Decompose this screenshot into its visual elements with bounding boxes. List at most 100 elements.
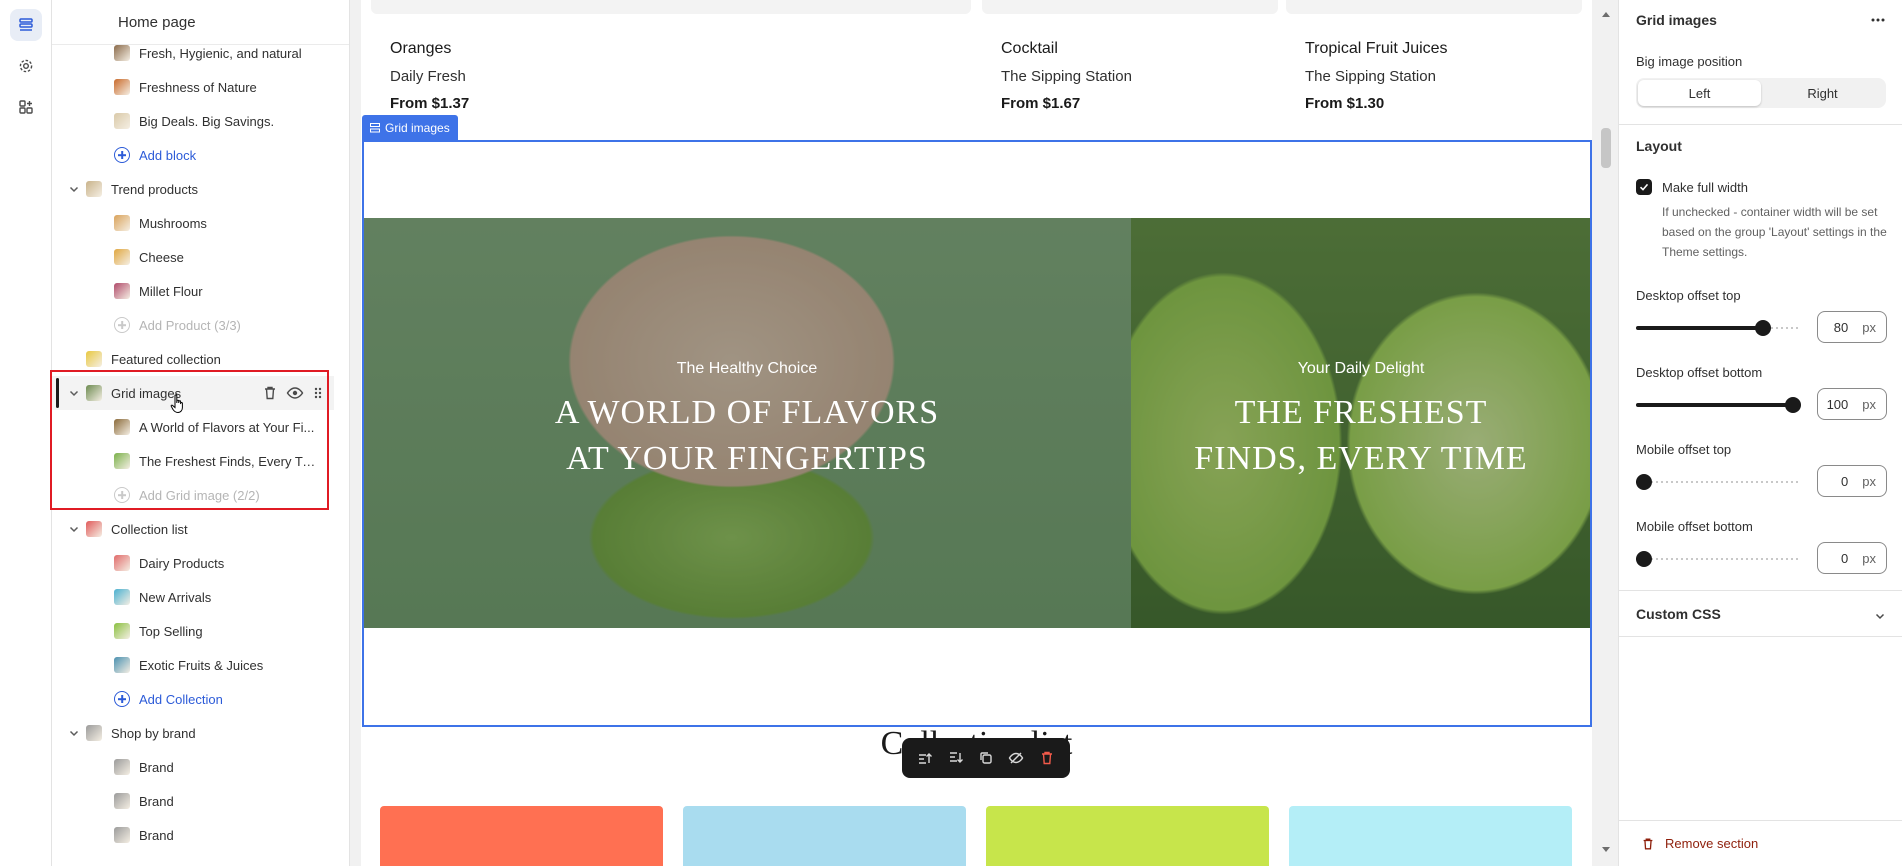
mobile-offset-top-input[interactable]: 0 px — [1817, 465, 1887, 497]
apps-nav-button[interactable] — [10, 91, 42, 123]
mobile-offset-bottom-label: Mobile offset bottom — [1636, 519, 1753, 534]
tree-row-label: Mushrooms — [139, 215, 207, 231]
chevron-down-icon[interactable] — [68, 183, 80, 195]
canvas-scrollbar[interactable] — [1595, 0, 1617, 866]
left-rail — [0, 0, 52, 866]
slider-thumb[interactable] — [1785, 397, 1801, 413]
tree-section-row[interactable]: Collection list — [52, 512, 334, 546]
product-card-image[interactable] — [1286, 0, 1582, 14]
custom-css-toggle[interactable]: Custom CSS — [1636, 606, 1721, 622]
input-value[interactable]: 80 — [1834, 320, 1848, 335]
mobile-offset-bottom-input[interactable]: 0 px — [1817, 542, 1887, 574]
chevron-down-icon[interactable] — [68, 387, 80, 399]
tree-block-row[interactable]: A World of Flavors at Your Fi... — [52, 410, 334, 444]
block-thumbnail-icon — [114, 555, 130, 571]
product-vendor: The Sipping Station — [1001, 68, 1132, 85]
remove-section-button[interactable]: Remove section — [1641, 836, 1758, 851]
tree-block-row[interactable]: Brand — [52, 818, 334, 852]
drag-handle-icon[interactable] — [312, 385, 324, 401]
tree-block-row[interactable]: Dairy Products — [52, 546, 334, 580]
chevron-down-icon[interactable] — [1874, 610, 1886, 622]
tree-block-row[interactable]: Cheese — [52, 240, 334, 274]
tree-block-row[interactable]: Top Selling — [52, 614, 334, 648]
divider — [1619, 636, 1902, 637]
position-left-option[interactable]: Left — [1638, 80, 1761, 106]
tree-section-row[interactable]: Grid images — [52, 376, 334, 410]
tree-section-row[interactable]: Trend products — [52, 172, 334, 206]
product-card[interactable]: Oranges Daily Fresh From $1.37 — [390, 40, 469, 112]
product-name[interactable]: Cocktail — [1001, 40, 1132, 58]
desktop-offset-bottom-label: Desktop offset bottom — [1636, 365, 1763, 380]
tree-block-row[interactable]: Brand — [52, 784, 334, 818]
collection-tile[interactable] — [380, 806, 663, 866]
mobile-offset-top-slider[interactable] — [1636, 474, 1801, 490]
trash-icon[interactable] — [262, 385, 278, 401]
slider-thumb[interactable] — [1636, 474, 1652, 490]
theme-settings-nav-button[interactable] — [10, 50, 42, 82]
grid-images-section-outline[interactable] — [362, 140, 1592, 727]
tree-block-row[interactable]: Mushrooms — [52, 206, 334, 240]
input-value[interactable]: 0 — [1841, 551, 1848, 566]
block-thumbnail-icon — [114, 113, 130, 129]
tree-row-label: The Freshest Finds, Every Time — [139, 453, 317, 469]
tree-block-row[interactable]: Brand — [52, 750, 334, 784]
tree-block-row[interactable]: New Arrivals — [52, 580, 334, 614]
product-price: From $1.67 — [1001, 95, 1081, 112]
slider-thumb[interactable] — [1755, 320, 1772, 336]
block-thumbnail-icon — [114, 215, 130, 231]
product-card[interactable]: Cocktail The Sipping Station From $1.67 — [1001, 40, 1132, 112]
full-width-hint: If unchecked - container width will be s… — [1662, 205, 1887, 259]
slider-fill — [1636, 326, 1764, 330]
product-card[interactable]: Tropical Fruit Juices The Sipping Statio… — [1305, 40, 1448, 112]
tree-block-row[interactable]: The Freshest Finds, Every Time — [52, 444, 334, 478]
tree-add-row[interactable]: Add block — [52, 138, 334, 172]
make-full-width-label[interactable]: Make full width — [1662, 180, 1748, 195]
collection-tile[interactable] — [1289, 806, 1572, 866]
chevron-down-icon[interactable] — [68, 727, 80, 739]
block-thumbnail-icon — [86, 385, 102, 401]
desktop-offset-top-slider[interactable] — [1636, 320, 1801, 336]
divider — [1619, 124, 1902, 125]
product-card-tops — [371, 0, 1582, 14]
slider-track — [1636, 558, 1801, 560]
delete-icon[interactable] — [1039, 750, 1055, 766]
product-name[interactable]: Oranges — [390, 40, 469, 58]
hide-icon[interactable] — [1008, 750, 1024, 766]
canvas-scroll-thumb[interactable] — [1601, 128, 1611, 168]
eye-icon[interactable] — [286, 385, 304, 401]
mobile-offset-bottom-slider[interactable] — [1636, 551, 1801, 567]
tree-block-row[interactable]: Fresh, Hygienic, and natural — [52, 36, 334, 70]
tree-section-row[interactable]: Featured collection — [52, 342, 334, 376]
desktop-offset-bottom-input[interactable]: 100 px — [1817, 388, 1887, 420]
position-right-option[interactable]: Right — [1761, 80, 1884, 106]
tree-block-row[interactable]: Exotic Fruits & Juices — [52, 648, 334, 682]
desktop-offset-top-input[interactable]: 80 px — [1817, 311, 1887, 343]
tree-block-row[interactable]: Millet Flour — [52, 274, 334, 308]
preview-page: Oranges Daily Fresh From $1.37 Cocktail … — [361, 0, 1592, 866]
collection-tile[interactable] — [986, 806, 1269, 866]
product-card-image[interactable] — [982, 0, 1278, 14]
move-up-icon[interactable] — [917, 750, 933, 766]
slider-thumb[interactable] — [1636, 551, 1652, 567]
tree-add-row[interactable]: Add Collection — [52, 682, 334, 716]
product-card-image[interactable] — [371, 0, 971, 14]
duplicate-icon[interactable] — [978, 750, 994, 766]
more-options-icon[interactable] — [1870, 12, 1886, 28]
product-name[interactable]: Tropical Fruit Juices — [1305, 40, 1448, 58]
input-unit: px — [1862, 396, 1876, 412]
tree-row-label: Trend products — [111, 181, 198, 197]
tree-block-row[interactable]: Freshness of Nature — [52, 70, 334, 104]
tree-row-label: Brand — [139, 759, 174, 775]
move-down-icon[interactable] — [948, 750, 964, 766]
make-full-width-checkbox[interactable] — [1636, 179, 1652, 195]
desktop-offset-bottom-slider[interactable] — [1636, 397, 1801, 413]
collection-tile[interactable] — [683, 806, 966, 866]
sections-nav-button[interactable] — [10, 9, 42, 41]
tree-block-row[interactable]: Big Deals. Big Savings. — [52, 104, 334, 138]
tree-row-label: A World of Flavors at Your Fi... — [139, 419, 315, 435]
input-value[interactable]: 100 — [1827, 397, 1849, 412]
tree-section-row[interactable]: Shop by brand — [52, 716, 334, 750]
input-value[interactable]: 0 — [1841, 474, 1848, 489]
chevron-down-icon[interactable] — [68, 523, 80, 535]
grid-images-section-tag[interactable]: Grid images — [362, 115, 458, 140]
